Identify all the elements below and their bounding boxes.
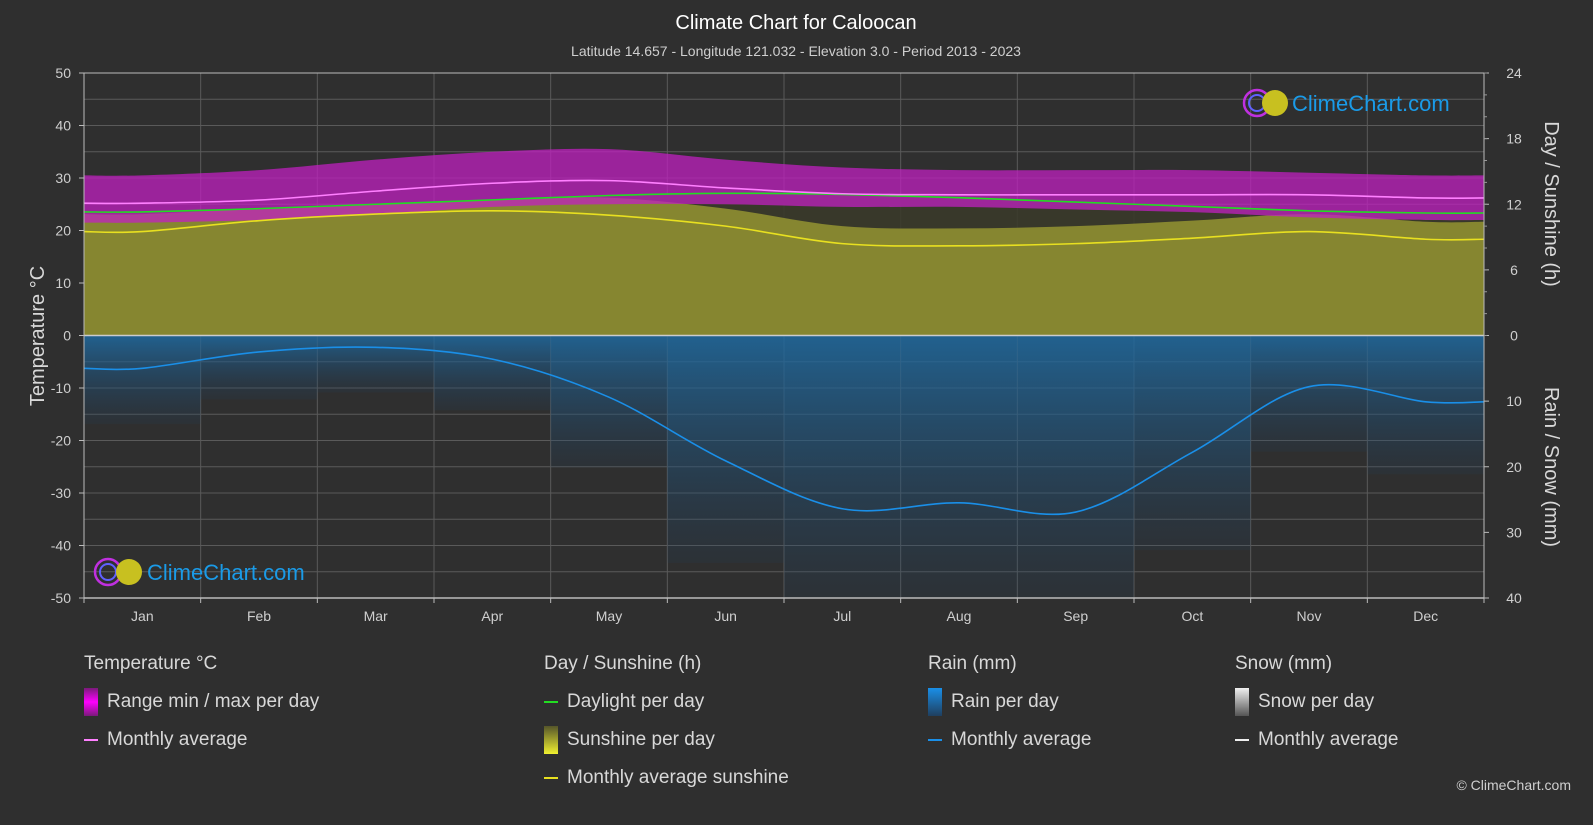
month-axis-ticks: Jan Feb Mar Apr May Jun Jul Aug Sep Oct Nov Dec bbox=[83, 598, 1485, 624]
legend-label: Daylight per day bbox=[567, 691, 705, 712]
sunshine-swatch-icon bbox=[544, 726, 558, 754]
logo-bottom[interactable]: ClimeChart.com bbox=[93, 557, 305, 587]
rain-bar bbox=[550, 335, 668, 468]
legend-title-snow: Snow (mm) bbox=[1235, 653, 1333, 674]
rain-bar bbox=[1250, 335, 1368, 452]
right-tick-label-hours: 0 bbox=[1510, 328, 1518, 344]
month-label: Aug bbox=[947, 608, 972, 624]
month-label: Feb bbox=[247, 608, 271, 624]
right-tick-label-rain: 20 bbox=[1506, 459, 1522, 475]
left-tick-label: 40 bbox=[55, 118, 71, 134]
snow-avg-line-icon bbox=[1235, 739, 1249, 741]
logo-text: ClimeChart.com bbox=[147, 560, 305, 585]
legend-item-daylight: Daylight per day bbox=[544, 690, 789, 714]
legend-item-snow: Snow per day bbox=[1235, 688, 1398, 716]
legend-label: Monthly average bbox=[107, 729, 248, 750]
logo-sun-icon bbox=[1262, 90, 1288, 116]
legend-item-sunshine-avg: Monthly average sunshine bbox=[544, 766, 789, 790]
legend-item-rain: Rain per day bbox=[928, 688, 1091, 716]
legend-item-snow-avg: Monthly average bbox=[1235, 728, 1398, 752]
month-label: Oct bbox=[1181, 608, 1203, 624]
chart-title: Climate Chart for Caloocan bbox=[675, 12, 916, 34]
legend-title-rain: Rain (mm) bbox=[928, 653, 1017, 674]
sunshine-avg-line-icon bbox=[544, 777, 558, 779]
rain-bar bbox=[434, 335, 551, 411]
left-tick-label: 50 bbox=[55, 65, 71, 81]
legend-rain: Rain (mm) Rain per day Monthly average bbox=[928, 652, 1091, 766]
rain-bar bbox=[84, 335, 201, 425]
legend-label: Monthly average bbox=[951, 729, 1092, 750]
left-tick-label: -30 bbox=[51, 485, 71, 501]
rain-bar bbox=[1367, 335, 1484, 475]
month-label: Jul bbox=[833, 608, 851, 624]
logo-top[interactable]: ClimeChart.com bbox=[1242, 88, 1450, 118]
legend-item-temp-avg: Monthly average bbox=[84, 728, 319, 752]
month-label: Mar bbox=[364, 608, 388, 624]
right-tick-label-hours: 18 bbox=[1506, 131, 1522, 147]
month-label: Nov bbox=[1297, 608, 1322, 624]
legend-label: Sunshine per day bbox=[567, 729, 715, 750]
legend-label: Snow per day bbox=[1258, 691, 1375, 712]
left-tick-label: -10 bbox=[51, 380, 71, 396]
legend-sunshine: Day / Sunshine (h) Daylight per day Suns… bbox=[544, 652, 789, 804]
logo-sun-icon bbox=[116, 559, 142, 585]
legend-label: Range min / max per day bbox=[107, 691, 320, 712]
left-tick-label: 10 bbox=[55, 275, 71, 291]
temp-range-swatch-icon bbox=[84, 688, 98, 716]
temp-avg-line-icon bbox=[84, 739, 98, 741]
right-axis-label-rain: Rain / Snow (mm) bbox=[1540, 387, 1562, 547]
rain-avg-line-icon bbox=[928, 739, 942, 741]
month-label: Jun bbox=[714, 608, 737, 624]
left-tick-label: 20 bbox=[55, 223, 71, 239]
right-tick-label-hours: 24 bbox=[1506, 65, 1522, 81]
legend-item-temp-range: Range min / max per day bbox=[84, 688, 320, 716]
month-label: Apr bbox=[481, 608, 503, 624]
right-axis-ticks: 24 18 12 6 0 10 20 30 40 bbox=[1484, 65, 1522, 606]
month-label: Sep bbox=[1063, 608, 1088, 624]
left-tick-label: 0 bbox=[63, 328, 71, 344]
legend-label: Monthly average sunshine bbox=[567, 767, 789, 788]
right-axis-label-hours: Day / Sunshine (h) bbox=[1540, 121, 1562, 287]
left-tick-label: -40 bbox=[51, 538, 71, 554]
right-tick-label-rain: 40 bbox=[1506, 590, 1522, 606]
right-tick-label-hours: 6 bbox=[1510, 262, 1518, 278]
legend-item-sunshine: Sunshine per day bbox=[544, 726, 789, 754]
legend-title-sunshine: Day / Sunshine (h) bbox=[544, 653, 702, 674]
copyright[interactable]: © ClimeChart.com bbox=[1456, 777, 1571, 793]
legend-label: Monthly average bbox=[1258, 729, 1399, 750]
right-tick-label-rain: 30 bbox=[1506, 524, 1522, 540]
right-tick-label-rain: 10 bbox=[1506, 393, 1522, 409]
data-fills bbox=[84, 148, 1484, 598]
left-tick-label: -50 bbox=[51, 590, 71, 606]
right-tick-label-hours: 12 bbox=[1506, 196, 1522, 212]
rain-bar bbox=[900, 335, 1018, 598]
snow-swatch-icon bbox=[1235, 688, 1249, 716]
rain-bar bbox=[1134, 335, 1251, 551]
rain-bar bbox=[1017, 335, 1134, 598]
month-label: May bbox=[596, 608, 622, 624]
rain-bar bbox=[667, 335, 784, 563]
rain-bar bbox=[317, 335, 434, 393]
chart-subtitle: Latitude 14.657 - Longitude 121.032 - El… bbox=[571, 43, 1021, 59]
rain-swatch-icon bbox=[928, 688, 942, 716]
left-axis-ticks: 50 40 30 20 10 0 -10 -20 -30 -40 -50 bbox=[51, 65, 84, 606]
rain-bar bbox=[784, 335, 901, 598]
left-tick-label: 30 bbox=[55, 170, 71, 186]
legend-snow: Snow (mm) Snow per day Monthly average bbox=[1235, 652, 1398, 766]
left-axis-label: Temperature °C bbox=[27, 266, 49, 406]
left-tick-label: -20 bbox=[51, 433, 71, 449]
rain-bar bbox=[200, 335, 318, 400]
legend-title-temperature: Temperature °C bbox=[84, 653, 218, 674]
legend-label: Rain per day bbox=[951, 691, 1059, 712]
legend-item-rain-avg: Monthly average bbox=[928, 728, 1091, 752]
legend-temperature: Temperature °C Range min / max per day M… bbox=[84, 652, 319, 766]
daylight-line-icon bbox=[544, 701, 558, 703]
month-label: Jan bbox=[131, 608, 154, 624]
logo-text: ClimeChart.com bbox=[1292, 91, 1450, 116]
month-label: Dec bbox=[1413, 608, 1438, 624]
